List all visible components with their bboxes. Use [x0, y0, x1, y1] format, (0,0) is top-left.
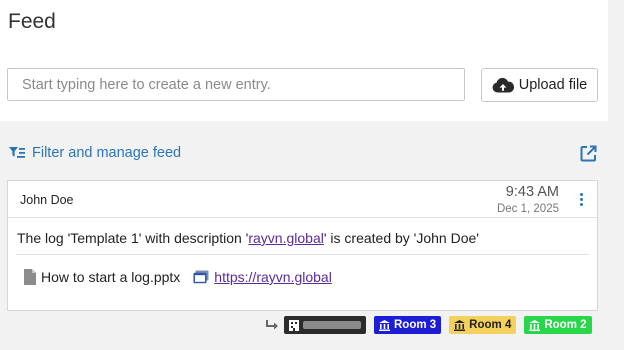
- entry-attachments: How to start a log.pptx https://rayvn.gl…: [24, 269, 332, 285]
- upload-file-label: Upload file: [518, 77, 588, 93]
- tag-room-2-label: Room 2: [544, 319, 587, 331]
- file-icon: [24, 269, 36, 285]
- building-icon: [289, 319, 299, 331]
- message-text-after: ' is created by 'John Doe': [323, 230, 479, 246]
- tag-room-2[interactable]: Room 2: [524, 316, 592, 334]
- entry-tags: Room 3 Room 4 Room 2: [266, 316, 600, 334]
- entry-divider: [16, 254, 589, 255]
- composer-panel: Feed Upload file: [0, 0, 608, 121]
- attachment-link[interactable]: https://rayvn.global: [193, 269, 332, 285]
- description-link[interactable]: rayvn.global: [248, 230, 324, 246]
- tag-room-3-label: Room 3: [394, 319, 437, 331]
- filter-list-icon: [9, 147, 25, 158]
- tag-room-4[interactable]: Room 4: [449, 316, 517, 334]
- attachment-link-url: https://rayvn.global: [214, 269, 332, 285]
- entry-date: Dec 1, 2025: [496, 203, 559, 215]
- entry-header: John Doe 9:43 AM Dec 1, 2025: [8, 181, 597, 218]
- entry-message: The log 'Template 1' with description 'r…: [17, 230, 479, 246]
- bank-icon: [454, 319, 466, 331]
- entry-time: 9:43 AM: [505, 184, 559, 200]
- bank-icon: [379, 319, 390, 331]
- tag-room-3[interactable]: Room 3: [374, 316, 442, 334]
- new-entry-input[interactable]: [7, 68, 465, 101]
- message-text-before: The log 'Template 1' with description ': [17, 230, 249, 246]
- attachment-file[interactable]: How to start a log.pptx: [24, 269, 180, 285]
- attachment-file-name: How to start a log.pptx: [41, 269, 181, 285]
- reply-arrow-icon: [266, 320, 278, 330]
- bank-icon: [529, 319, 541, 331]
- entry-author: John Doe: [20, 193, 74, 207]
- tag-room-4-label: Room 4: [469, 319, 512, 331]
- feed-entry-card: John Doe 9:43 AM Dec 1, 2025 The log 'Te…: [7, 180, 598, 311]
- tag-building-label: [303, 321, 361, 329]
- entry-more-menu-icon[interactable]: [577, 193, 585, 207]
- filter-manage-feed-link[interactable]: Filter and manage feed: [9, 145, 181, 161]
- page-title: Feed: [8, 10, 56, 33]
- upload-file-button[interactable]: Upload file: [481, 68, 598, 102]
- tag-building[interactable]: [284, 316, 366, 334]
- filter-manage-feed-label: Filter and manage feed: [32, 145, 182, 161]
- cloud-upload-icon: [492, 77, 514, 93]
- link-window-icon: [193, 270, 209, 284]
- external-link-icon[interactable]: [580, 145, 597, 162]
